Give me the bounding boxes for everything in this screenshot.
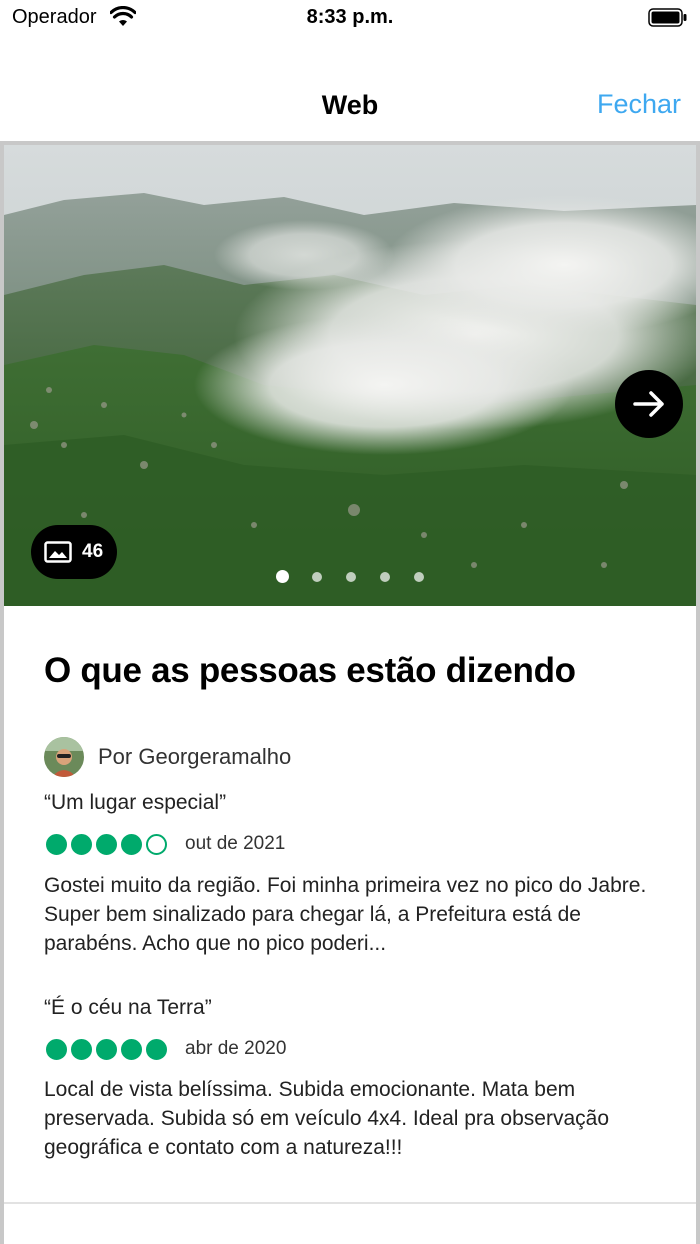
review-title[interactable]: “Um lugar especial” [44,791,226,815]
rating-bubble-filled [96,1038,117,1060]
review-date: abr de 2020 [185,1038,287,1059]
rating-bubble-filled [121,833,142,855]
rating-bubble-filled [96,833,117,855]
rating-bubble-filled [46,1038,67,1060]
carousel-dot[interactable] [346,572,356,582]
carousel-dot[interactable] [276,570,289,583]
battery-icon [648,8,687,27]
rating-bubbles: out de 2021 [46,832,285,856]
status-bar: Operador 8:33 p.m. [0,0,700,40]
carousel-dot[interactable] [312,572,322,582]
rating-bubble-filled [71,1038,92,1060]
web-content[interactable]: 46 O que as pessoas estão dizendo Por Ge… [0,141,700,1244]
carousel-dot[interactable] [414,572,424,582]
avatar[interactable] [44,737,84,777]
review-title[interactable]: “É o céu na Terra” [44,996,212,1020]
section-title: O que as pessoas estão dizendo [44,651,576,690]
photo-carousel[interactable]: 46 [4,145,696,606]
avatar-photo [44,737,84,777]
navigation-bar: Web Fechar [0,62,700,142]
carousel-dot[interactable] [380,572,390,582]
divider [4,1202,696,1204]
rating-bubble-filled [146,1038,167,1060]
review-text[interactable]: Local de vista belíssima. Subida emocion… [44,1075,664,1162]
image-icon [44,541,72,563]
rating-bubble-filled [71,833,92,855]
rating-bubbles: abr de 2020 [46,1037,286,1061]
arrow-right-icon [633,391,664,417]
carousel-pagination [276,570,426,584]
status-time: 8:33 p.m. [306,6,394,28]
author-name: Por Georgeramalho [98,744,292,769]
rating-bubble-filled [121,1038,142,1060]
photo-count-badge[interactable]: 46 [31,525,117,579]
rating-bubble-empty [146,833,167,855]
review-date: out de 2021 [185,833,286,854]
rating-bubble-filled [46,833,67,855]
close-button[interactable]: Fechar [597,89,681,120]
photo-count: 46 [82,541,104,562]
nav-title: Web [321,90,379,120]
next-photo-button[interactable] [615,370,683,438]
review-text[interactable]: Gostei muito da região. Foi minha primei… [44,871,664,958]
review-author[interactable]: Por Georgeramalho [44,735,291,779]
